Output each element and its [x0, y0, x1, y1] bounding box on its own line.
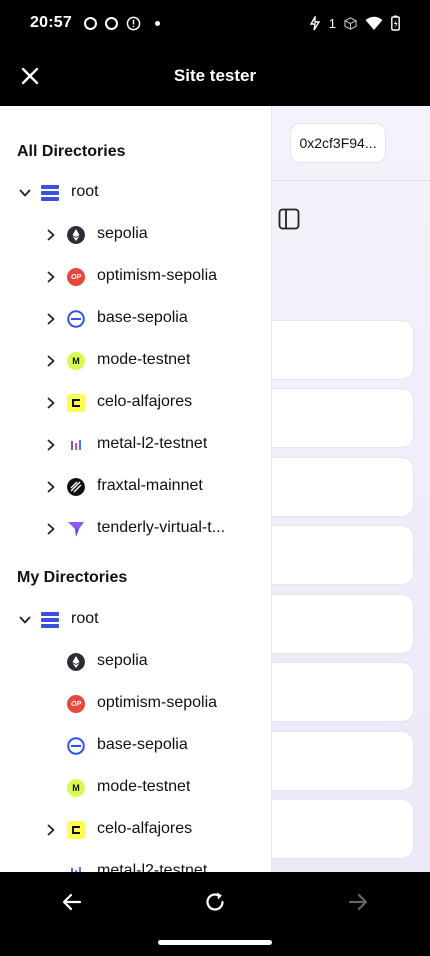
base-icon: [67, 310, 85, 328]
tree-item[interactable]: sepolia: [0, 214, 271, 256]
tree-item[interactable]: metal-l2-testnet: [0, 851, 271, 872]
home-indicator[interactable]: [158, 940, 272, 945]
tree-root-all[interactable]: root: [0, 172, 271, 214]
signal-count: 1: [328, 15, 336, 31]
notification-ring-icon: [104, 16, 118, 30]
tree-item-label: base-sepolia: [97, 309, 188, 326]
reload-icon[interactable]: [203, 890, 227, 914]
chevron-right-icon[interactable]: [44, 396, 58, 410]
cube-icon: [344, 16, 357, 30]
tree-item-label: celo-alfajores: [97, 393, 193, 410]
background-card[interactable]: [252, 457, 414, 517]
background-card[interactable]: [252, 320, 414, 380]
forward-arrow-icon[interactable]: [346, 890, 370, 914]
tree-item-label: optimism-sepolia: [97, 694, 218, 711]
tree-item-label: metal-l2-testnet: [97, 862, 208, 872]
base-icon: [67, 737, 85, 755]
status-time: 20:57: [30, 14, 72, 31]
tree-item-label: sepolia: [97, 225, 148, 242]
notification-dot-icon: [154, 20, 160, 26]
close-icon[interactable]: [18, 64, 42, 88]
tree-item[interactable]: OP optimism-sepolia: [0, 683, 271, 725]
battery-icon: [391, 15, 400, 31]
tree-item-label: sepolia: [97, 652, 148, 669]
tree-item[interactable]: fraxtal-mainnet: [0, 466, 271, 508]
tree-item[interactable]: sepolia: [0, 641, 271, 683]
my-directories-heading: My Directories: [17, 569, 128, 586]
background-card[interactable]: [252, 525, 414, 585]
tree-item-label: metal-l2-testnet: [97, 435, 208, 452]
status-bar: 20:57 1: [0, 0, 430, 46]
tree-item[interactable]: celo-alfajores: [0, 382, 271, 424]
metal-icon: [71, 867, 81, 872]
tree-item-label: celo-alfajores: [97, 820, 193, 837]
chevron-right-icon[interactable]: [44, 312, 58, 326]
background-card[interactable]: [252, 594, 414, 654]
background-card[interactable]: [252, 799, 414, 859]
chevron-right-icon[interactable]: [44, 228, 58, 242]
background-card[interactable]: [252, 662, 414, 722]
tree-item-label: root: [71, 183, 99, 200]
ethereum-icon: [67, 653, 85, 671]
tree-item-label: mode-testnet: [97, 778, 191, 795]
tree-item-label: root: [71, 610, 99, 627]
alert-circle-icon: [126, 16, 141, 30]
tenderly-icon: [68, 522, 84, 537]
wallet-address-button[interactable]: 0x2cf3F94...: [290, 123, 386, 163]
celo-icon: [67, 821, 85, 839]
background-card[interactable]: [252, 731, 414, 791]
mode-icon: M: [67, 779, 85, 797]
chevron-right-icon[interactable]: [44, 270, 58, 284]
tree-item[interactable]: tenderly-virtual-t...: [0, 508, 271, 550]
tree-item[interactable]: base-sepolia: [0, 725, 271, 767]
wifi-icon: [365, 16, 383, 30]
optimism-icon: OP: [67, 268, 85, 286]
optimism-icon: OP: [67, 695, 85, 713]
chevron-right-icon[interactable]: [44, 438, 58, 452]
tree-item[interactable]: OP optimism-sepolia: [0, 256, 271, 298]
app-bar: Site tester: [0, 46, 430, 106]
metal-icon: [71, 440, 81, 450]
fraxtal-icon: [67, 478, 85, 496]
tree-item-label: mode-testnet: [97, 351, 191, 368]
tree-item-label: base-sepolia: [97, 736, 188, 753]
directory-drawer: All Directories root sepolia OP optimism…: [0, 106, 272, 872]
all-directories-heading: All Directories: [17, 143, 126, 160]
celo-icon: [67, 394, 85, 412]
status-system-icons: 1: [309, 15, 400, 31]
tree-item[interactable]: M mode-testnet: [0, 340, 271, 382]
header-divider: [272, 180, 430, 181]
tree-item[interactable]: M mode-testnet: [0, 767, 271, 809]
chevron-down-icon[interactable]: [18, 186, 32, 200]
ethereum-icon: [67, 226, 85, 244]
background-card[interactable]: [252, 388, 414, 448]
database-icon: [41, 185, 59, 201]
page-title: Site tester: [173, 66, 257, 85]
status-notification-icons: [83, 16, 160, 31]
tree-item[interactable]: celo-alfajores: [0, 809, 271, 851]
tree-item-label: optimism-sepolia: [97, 267, 218, 284]
chevron-right-icon[interactable]: [44, 354, 58, 368]
database-icon: [41, 612, 59, 628]
chevron-down-icon[interactable]: [18, 613, 32, 627]
tree-item[interactable]: metal-l2-testnet: [0, 424, 271, 466]
tree-item-label: fraxtal-mainnet: [97, 477, 203, 494]
chevron-right-icon[interactable]: [44, 480, 58, 494]
chevron-right-icon[interactable]: [44, 823, 58, 837]
sidebar-toggle-icon[interactable]: [278, 208, 300, 230]
chevron-right-icon[interactable]: [44, 522, 58, 536]
notification-ring-icon: [83, 16, 97, 30]
mode-icon: M: [67, 352, 85, 370]
webview-content: 0x2cf3F94... All Directories root sepoli…: [0, 106, 430, 872]
data-sync-icon: [309, 15, 321, 30]
tree-item-label: tenderly-virtual-t...: [97, 519, 226, 536]
tree-item[interactable]: base-sepolia: [0, 298, 271, 340]
back-arrow-icon[interactable]: [60, 890, 84, 914]
tree-root-mine[interactable]: root: [0, 599, 271, 641]
